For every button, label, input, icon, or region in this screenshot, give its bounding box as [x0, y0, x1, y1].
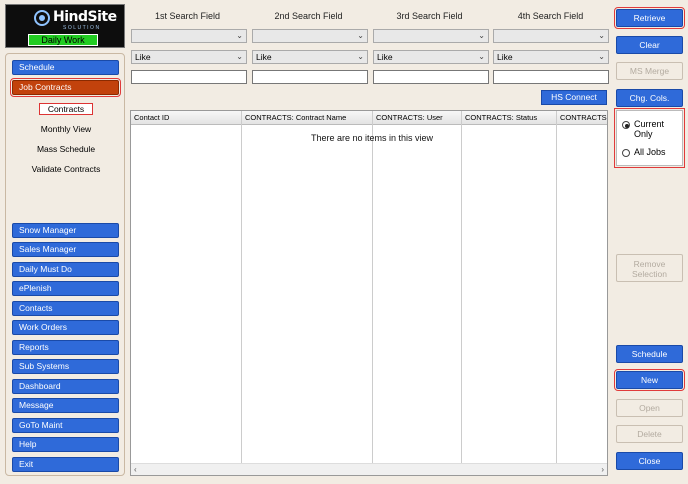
- search-value-3-input[interactable]: [373, 70, 489, 84]
- logo-name: HindSite: [53, 9, 117, 25]
- schedule-button[interactable]: Schedule: [616, 345, 683, 363]
- open-button[interactable]: Open: [616, 399, 683, 417]
- ms-merge-button[interactable]: MS Merge: [616, 62, 683, 80]
- app-logo: HindSite SOLUTION Daily Work: [5, 4, 125, 48]
- sub-item-validate-contracts[interactable]: Validate Contracts: [6, 164, 126, 174]
- nav-help-button[interactable]: Help: [12, 437, 119, 452]
- logo-subtitle: SOLUTION: [63, 25, 101, 31]
- column-header-status[interactable]: CONTRACTS: Status: [462, 111, 557, 125]
- search-operator-1-select[interactable]: Like ⌄: [131, 50, 247, 64]
- search-value-4-input[interactable]: [493, 70, 609, 84]
- nav-sub-systems-button[interactable]: Sub Systems: [12, 359, 119, 374]
- daily-work-badge: Daily Work: [28, 34, 98, 46]
- retrieve-button[interactable]: Retrieve: [614, 7, 685, 29]
- scroll-left-icon[interactable]: ‹: [134, 464, 137, 475]
- remove-selection-button[interactable]: Remove Selection: [616, 254, 683, 282]
- nav-exit-button[interactable]: Exit: [12, 457, 119, 472]
- sub-item-mass-schedule[interactable]: Mass Schedule: [6, 144, 126, 154]
- nav-eplenish-button[interactable]: ePlenish: [12, 281, 119, 296]
- sub-item-monthly-view[interactable]: Monthly View: [6, 124, 126, 134]
- job-filter-radio-group: Current Only All Jobs: [614, 108, 685, 168]
- search-value-1-input[interactable]: [131, 70, 247, 84]
- search-field-2-select[interactable]: ⌄: [252, 29, 368, 43]
- sub-item-contracts[interactable]: Contracts: [6, 103, 126, 115]
- nav-contacts-button[interactable]: Contacts: [12, 301, 119, 316]
- grid-column: [242, 111, 373, 463]
- chevron-down-icon: ⌄: [357, 52, 364, 61]
- hs-connect-button[interactable]: HS Connect: [541, 90, 607, 105]
- search-field-1-select[interactable]: ⌄: [131, 29, 247, 43]
- nav-reports-button[interactable]: Reports: [12, 340, 119, 355]
- nav-work-orders-button[interactable]: Work Orders: [12, 320, 119, 335]
- navigation-panel: Schedule Job Contracts Contracts Monthly…: [5, 53, 125, 476]
- search-field-3-select[interactable]: ⌄: [373, 29, 489, 43]
- column-header-truncated[interactable]: CONTRACTS: C: [557, 111, 607, 125]
- search-value-2-input[interactable]: [252, 70, 368, 84]
- close-button[interactable]: Close: [616, 452, 683, 470]
- search-field-4-header: 4th Search Field: [517, 11, 584, 21]
- nav-snow-manager-button[interactable]: Snow Manager: [12, 223, 119, 238]
- chevron-down-icon: ⌄: [478, 31, 485, 40]
- search-operator-4-select[interactable]: Like ⌄: [493, 50, 609, 64]
- chevron-down-icon: ⌄: [236, 31, 243, 40]
- search-operator-2-select[interactable]: Like ⌄: [252, 50, 368, 64]
- nav-sales-manager-button[interactable]: Sales Manager: [12, 242, 119, 257]
- column-header-contact-id[interactable]: Contact ID: [131, 111, 242, 125]
- nav-daily-must-do-button[interactable]: Daily Must Do: [12, 262, 119, 277]
- scroll-right-icon[interactable]: ›: [601, 464, 604, 475]
- empty-view-message: There are no items in this view: [311, 133, 434, 143]
- search-field-1-header: 1st Search Field: [154, 11, 221, 21]
- column-header-user[interactable]: CONTRACTS: User: [373, 111, 462, 125]
- nav-message-button[interactable]: Message: [12, 398, 119, 413]
- search-field-4-select[interactable]: ⌄: [493, 29, 609, 43]
- grid-column: [462, 111, 557, 463]
- nav-job-contracts-button[interactable]: Job Contracts: [10, 78, 121, 97]
- new-button[interactable]: New: [614, 369, 685, 391]
- grid-column: [131, 111, 242, 463]
- chevron-down-icon: ⌄: [478, 52, 485, 61]
- chevron-down-icon: ⌄: [598, 31, 605, 40]
- search-field-2-header: 2nd Search Field: [274, 11, 343, 21]
- change-columns-button[interactable]: Chg. Cols.: [616, 89, 683, 107]
- radio-unselected-icon: [622, 149, 630, 157]
- contracts-grid[interactable]: Contact ID CONTRACTS: Contract Name CONT…: [130, 110, 608, 476]
- chevron-down-icon: ⌄: [236, 52, 243, 61]
- hindsite-logo-icon: [34, 10, 50, 26]
- delete-button[interactable]: Delete: [616, 425, 683, 443]
- column-header-contract-name[interactable]: CONTRACTS: Contract Name: [242, 111, 373, 125]
- chevron-down-icon: ⌄: [598, 52, 605, 61]
- chevron-down-icon: ⌄: [357, 31, 364, 40]
- nav-schedule-button[interactable]: Schedule: [12, 60, 119, 75]
- grid-column: [373, 111, 462, 463]
- nav-goto-maint-button[interactable]: GoTo Maint: [12, 418, 119, 433]
- horizontal-scrollbar[interactable]: ‹ ›: [131, 463, 607, 475]
- clear-button[interactable]: Clear: [616, 36, 683, 54]
- radio-selected-icon: [622, 121, 630, 129]
- nav-dashboard-button[interactable]: Dashboard: [12, 379, 119, 394]
- search-operator-3-select[interactable]: Like ⌄: [373, 50, 489, 64]
- search-field-3-header: 3rd Search Field: [396, 11, 463, 21]
